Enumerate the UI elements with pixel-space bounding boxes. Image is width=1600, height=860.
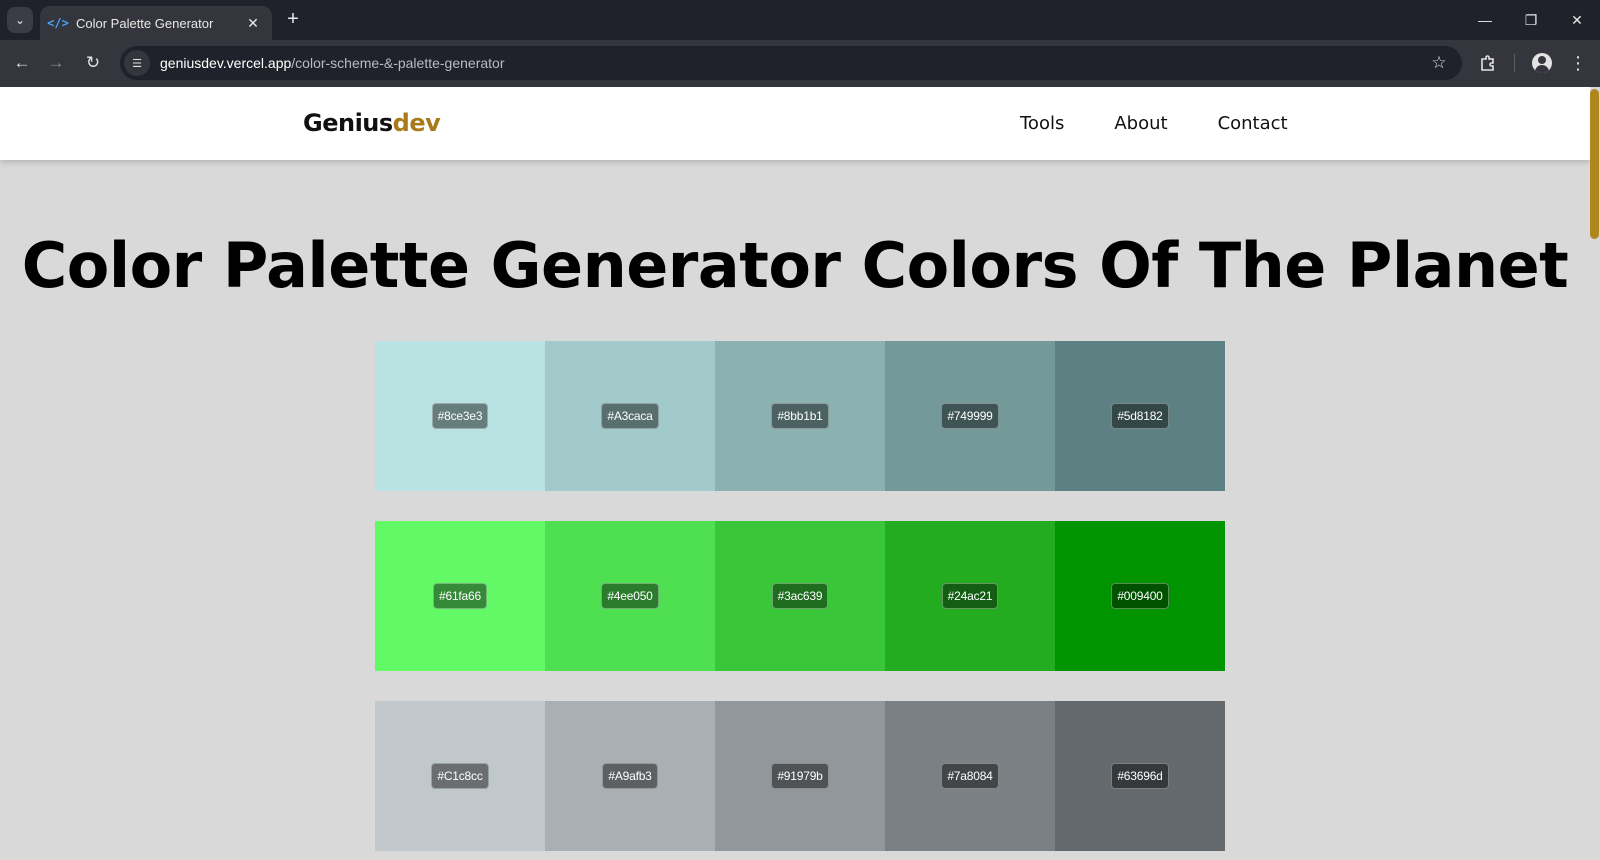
color-swatch[interactable]: #61fa66 (375, 521, 545, 671)
palette-row: #61fa66 #4ee050 #3ac639 #24ac21 #009400 (375, 521, 1225, 671)
palette-row: #8ce3e3 #A3caca #8bb1b1 #749999 #5d8182 (375, 341, 1225, 491)
hex-label[interactable]: #009400 (1111, 583, 1169, 609)
color-swatch[interactable]: #3ac639 (715, 521, 885, 671)
profile-avatar-icon[interactable] (1528, 49, 1556, 77)
code-favicon-icon: </> (47, 16, 69, 30)
tab-title: Color Palette Generator (76, 15, 214, 31)
page-viewport: Geniusdev Tools About Contact Color Pale… (0, 87, 1600, 860)
color-swatch[interactable]: #8bb1b1 (715, 341, 885, 491)
scrollbar-thumb[interactable] (1590, 89, 1599, 239)
kebab-menu-icon[interactable]: ⋮ (1564, 49, 1592, 77)
window-controls: — ❐ ✕ (1462, 0, 1600, 40)
browser-tabstrip: ⌄ </> Color Palette Generator ✕ + — ❐ ✕ (0, 0, 1600, 40)
restore-icon[interactable]: ❐ (1508, 0, 1554, 40)
browser-tab-active[interactable]: </> Color Palette Generator ✕ (40, 6, 272, 40)
window-close-icon[interactable]: ✕ (1554, 0, 1600, 40)
url-host: geniusdev.vercel.app (160, 55, 292, 71)
address-bar[interactable]: ☰ geniusdev.vercel.app/color-scheme-&-pa… (120, 46, 1462, 80)
hex-label[interactable]: #91979b (771, 763, 829, 789)
url-text[interactable]: geniusdev.vercel.app/color-scheme-&-pale… (160, 55, 1424, 71)
hex-label[interactable]: #7a8084 (941, 763, 999, 789)
color-swatch[interactable]: #7a8084 (885, 701, 1055, 851)
tab-search-chevron-icon[interactable]: ⌄ (7, 7, 33, 33)
palette-row: #C1c8cc #A9afb3 #91979b #7a8084 #63696d (375, 701, 1225, 851)
reload-icon[interactable]: ↻ (79, 49, 107, 77)
page-title: Color Palette Generator Colors Of The Pl… (21, 229, 1569, 302)
hex-label[interactable]: #4ee050 (601, 583, 659, 609)
nav-link-tools[interactable]: Tools (1020, 113, 1064, 134)
hex-label[interactable]: #5d8182 (1111, 403, 1169, 429)
hex-label[interactable]: #A9afb3 (602, 763, 658, 789)
hex-label[interactable]: #24ac21 (941, 583, 999, 609)
extensions-puzzle-icon[interactable] (1474, 49, 1502, 77)
hex-label[interactable]: #8bb1b1 (771, 403, 829, 429)
color-swatch[interactable]: #A3caca (545, 341, 715, 491)
palette-list: #8ce3e3 #A3caca #8bb1b1 #749999 #5d8182 … (375, 341, 1225, 860)
toolbar-separator (1514, 54, 1515, 72)
color-swatch[interactable]: #91979b (715, 701, 885, 851)
site-info-tune-icon[interactable]: ☰ (124, 50, 150, 76)
hex-label[interactable]: #A3caca (601, 403, 659, 429)
hex-label[interactable]: #749999 (941, 403, 999, 429)
hex-label[interactable]: #8ce3e3 (431, 403, 489, 429)
color-swatch[interactable]: #63696d (1055, 701, 1225, 851)
color-swatch[interactable]: #8ce3e3 (375, 341, 545, 491)
color-swatch[interactable]: #4ee050 (545, 521, 715, 671)
url-path: /color-scheme-&-palette-generator (291, 55, 505, 71)
nav-link-contact[interactable]: Contact (1218, 113, 1288, 134)
minimize-icon[interactable]: — (1462, 0, 1508, 40)
color-swatch[interactable]: #749999 (885, 341, 1055, 491)
back-arrow-icon[interactable]: ← (8, 49, 36, 77)
site-header: Geniusdev Tools About Contact (0, 87, 1590, 160)
browser-toolbar: ← → ↻ ☰ geniusdev.vercel.app/color-schem… (0, 40, 1600, 87)
hex-label[interactable]: #3ac639 (771, 583, 829, 609)
tab-close-icon[interactable]: ✕ (244, 15, 262, 32)
bookmark-star-icon[interactable]: ☆ (1424, 53, 1454, 73)
logo-text-genius: Genius (303, 109, 393, 137)
nav-link-about[interactable]: About (1114, 113, 1167, 134)
color-swatch[interactable]: #24ac21 (885, 521, 1055, 671)
hex-label[interactable]: #C1c8cc (431, 763, 489, 789)
color-swatch[interactable]: #C1c8cc (375, 701, 545, 851)
page-scrollbar[interactable] (1590, 87, 1600, 860)
hex-label[interactable]: #63696d (1111, 763, 1169, 789)
color-swatch[interactable]: #009400 (1055, 521, 1225, 671)
site-logo[interactable]: Geniusdev (303, 109, 441, 137)
color-swatch[interactable]: #A9afb3 (545, 701, 715, 851)
hex-label[interactable]: #61fa66 (433, 583, 487, 609)
color-swatch[interactable]: #5d8182 (1055, 341, 1225, 491)
new-tab-plus-icon[interactable]: + (281, 8, 305, 32)
logo-text-dev: dev (392, 109, 441, 137)
site-nav: Tools About Contact (1020, 113, 1288, 134)
forward-arrow-icon[interactable]: → (42, 49, 70, 77)
